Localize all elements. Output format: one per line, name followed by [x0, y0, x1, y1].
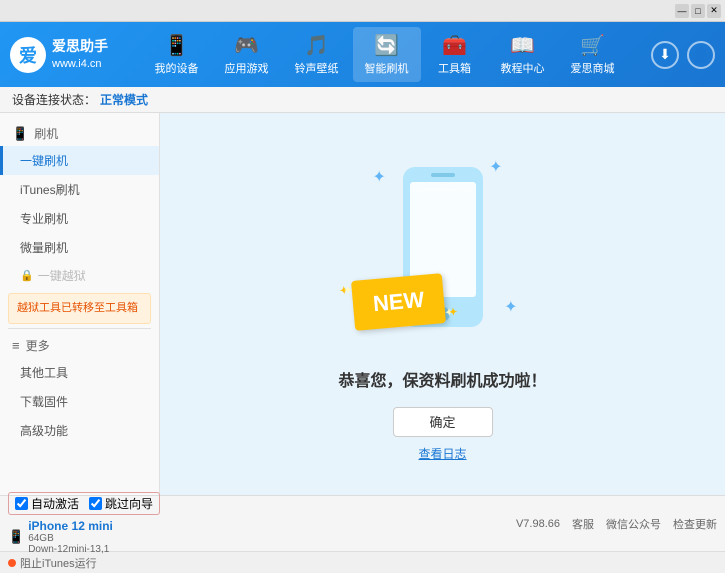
nav-label-shop: 爱思商城 [571, 60, 615, 76]
device-icon: 📱 [164, 33, 189, 58]
status-label: 设备连接状态： [12, 91, 96, 108]
lock-icon: 🔒 [20, 269, 34, 282]
sparkle-3: ✦ [504, 297, 517, 317]
main-layout: 📱 刷机 一键刷机 iTunes刷机 专业刷机 微量刷机 🔒 一键越狱 越狱工具… [0, 113, 725, 495]
itunes-status: 阻止iTunes运行 [8, 555, 97, 571]
device-name: iPhone 12 mini [28, 519, 113, 533]
nav-label-smart-flash: 智能刷机 [365, 60, 409, 76]
itunes-dot [8, 559, 16, 567]
nav-label-toolbox: 工具箱 [438, 60, 471, 76]
auto-send-input[interactable] [15, 497, 28, 510]
bottom-right: V7.98.66 客服 微信公众号 检查更新 [516, 516, 717, 532]
shop-icon: 🛒 [580, 33, 605, 58]
link-wechat[interactable]: 微信公众号 [606, 516, 661, 532]
bottom-section: 自动激活 跳过向导 📱 iPhone 12 mini 64GB Down-12m… [0, 495, 725, 551]
nav-label-my-device: 我的设备 [155, 60, 199, 76]
logo: 爱 爱思助手 www.i4.cn [10, 37, 108, 73]
phone-container: ✦ ✦ ✦ ✦ [363, 147, 523, 347]
nav-label-ringtone: 铃声壁纸 [295, 60, 339, 76]
flash-section-header: 📱 刷机 [0, 121, 159, 146]
nav-item-ringtone[interactable]: 🎵 铃声壁纸 [283, 27, 351, 82]
status-value: 正常模式 [100, 91, 148, 108]
brand-url: www.i4.cn [52, 57, 108, 72]
more-section-icon: ≡ [12, 338, 20, 353]
sidebar: 📱 刷机 一键刷机 iTunes刷机 专业刷机 微量刷机 🔒 一键越狱 越狱工具… [0, 113, 160, 495]
sidebar-item-itunes[interactable]: iTunes刷机 [0, 175, 159, 204]
skip-guide-label: 跳过向导 [105, 495, 153, 512]
more-section-header: ≡ 更多 [0, 333, 159, 358]
flash-section-label: 刷机 [34, 125, 58, 142]
nav-item-toolbox[interactable]: 🧰 工具箱 [423, 27, 487, 82]
nav-label-app-game: 应用游戏 [225, 60, 269, 76]
success-illustration: ✦ ✦ ✦ ✦ [363, 147, 523, 347]
status-bar: 设备连接状态： 正常模式 [0, 87, 725, 113]
more-section-label: 更多 [26, 337, 50, 354]
confirm-button[interactable]: 确定 [393, 407, 493, 437]
device-version: Down-12mini-13,1 [28, 544, 113, 555]
device-icon-bottom: 📱 [8, 529, 24, 545]
nav-item-my-device[interactable]: 📱 我的设备 [143, 27, 211, 82]
logo-icon: 爱 [10, 37, 46, 73]
sidebar-item-download-fw[interactable]: 下载固件 [0, 387, 159, 416]
nav-items: 📱 我的设备 🎮 应用游戏 🎵 铃声壁纸 🔄 智能刷机 🧰 工具箱 📖 教程中心… [128, 27, 641, 82]
new-badge: ✦ NEW ✦ [350, 273, 445, 331]
main-content: ✦ ✦ ✦ ✦ [160, 113, 725, 495]
flash-section-icon: 📱 [12, 126, 28, 142]
version-text: V7.98.66 [516, 518, 560, 530]
link-check-update[interactable]: 检查更新 [673, 516, 717, 532]
download-button[interactable]: ⬇ [651, 41, 679, 69]
nav-item-shop[interactable]: 🛒 爱思商城 [559, 27, 627, 82]
sparkle-1: ✦ [373, 167, 386, 187]
sidebar-item-micro[interactable]: 微量刷机 [0, 233, 159, 262]
nav-item-tutorial[interactable]: 📖 教程中心 [489, 27, 557, 82]
sidebar-item-pro[interactable]: 专业刷机 [0, 204, 159, 233]
sidebar-item-one-key[interactable]: 一键刷机 [0, 146, 159, 175]
device-storage: 64GB [28, 533, 113, 544]
success-text: 恭喜您，保资料刷机成功啦！ [338, 367, 546, 391]
flash-icon: 🔄 [374, 33, 399, 58]
sidebar-item-other-tools[interactable]: 其他工具 [0, 358, 159, 387]
logo-text: 爱思助手 www.i4.cn [52, 37, 108, 72]
title-bar: — □ ✕ [0, 0, 725, 22]
sidebar-warning: 越狱工具已转移至工具箱 [8, 293, 151, 324]
link-customer[interactable]: 客服 [572, 516, 594, 532]
nav-item-app-game[interactable]: 🎮 应用游戏 [213, 27, 281, 82]
jailbreak-label: 一键越狱 [38, 267, 86, 284]
top-nav: 爱 爱思助手 www.i4.cn 📱 我的设备 🎮 应用游戏 🎵 铃声壁纸 🔄 … [0, 22, 725, 87]
brand-name: 爱思助手 [52, 37, 108, 57]
auto-send-checkbox[interactable]: 自动激活 [15, 495, 79, 512]
sidebar-item-jailbreak: 🔒 一键越狱 [0, 262, 159, 289]
maximize-button[interactable]: □ [691, 4, 705, 18]
sparkle-2: ✦ [489, 157, 502, 177]
auto-send-label: 自动激活 [31, 495, 79, 512]
app-icon: 🎮 [234, 33, 259, 58]
nav-right: ⬇ 👤 [651, 41, 715, 69]
skip-guide-input[interactable] [89, 497, 102, 510]
skip-guide-checkbox[interactable]: 跳过向导 [89, 495, 153, 512]
sidebar-divider [8, 328, 151, 329]
new-badge-text: NEW [371, 286, 424, 315]
tutorial-icon: 📖 [510, 33, 535, 58]
nav-label-tutorial: 教程中心 [501, 60, 545, 76]
nav-item-smart-flash[interactable]: 🔄 智能刷机 [353, 27, 421, 82]
close-button[interactable]: ✕ [707, 4, 721, 18]
user-button[interactable]: 👤 [687, 41, 715, 69]
sidebar-item-advanced[interactable]: 高级功能 [0, 416, 159, 445]
ringtone-icon: 🎵 [304, 33, 329, 58]
minimize-button[interactable]: — [675, 4, 689, 18]
toolbox-icon: 🧰 [442, 33, 467, 58]
back-link[interactable]: 查看日志 [418, 445, 466, 462]
itunes-status-text: 阻止iTunes运行 [20, 555, 97, 571]
